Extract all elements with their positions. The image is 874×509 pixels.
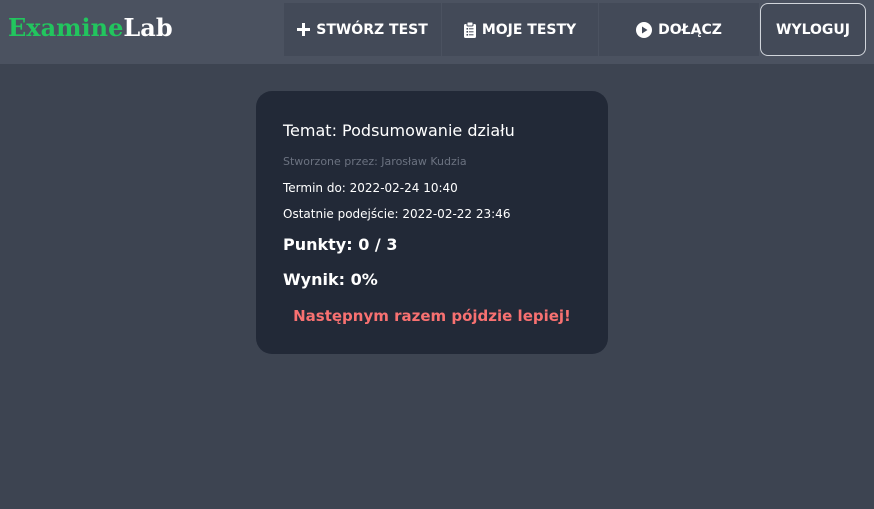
logout-label: WYLOGUJ: [776, 21, 850, 38]
test-deadline: Termin do: 2022-02-24 10:40: [283, 181, 458, 195]
clipboard-list-icon: [463, 21, 476, 38]
test-points: Punkty: 0 / 3: [283, 235, 398, 254]
last-attempt-date: Ostatnie podejście: 2022-02-22 23:46: [283, 207, 511, 221]
result-message: Następnym razem pójdzie lepiej!: [293, 307, 571, 325]
join-label: DOŁĄCZ: [658, 21, 722, 38]
app-logo[interactable]: ExamineLab: [8, 12, 173, 44]
join-button[interactable]: DOŁĄCZ: [599, 3, 759, 56]
create-test-button[interactable]: STWÓRZ TEST: [284, 3, 441, 56]
play-circle-icon: [636, 21, 653, 38]
test-topic: Temat: Podsumowanie działu: [283, 121, 515, 140]
test-author: Stworzone przez: Jarosław Kudzia: [283, 155, 467, 168]
my-tests-label: MOJE TESTY: [481, 21, 577, 38]
logo-part-lab: Lab: [123, 13, 173, 42]
create-test-label: STWÓRZ TEST: [316, 21, 428, 38]
logo-part-examine: Examine: [8, 13, 124, 42]
plus-icon: [297, 23, 311, 36]
test-result-card: Temat: Podsumowanie działu Stworzone prz…: [256, 91, 608, 354]
navbar: ExamineLab STWÓRZ TEST MOJE TESTY DOŁĄCZ…: [0, 0, 874, 64]
test-score: Wynik: 0%: [283, 270, 378, 289]
my-tests-button[interactable]: MOJE TESTY: [442, 3, 598, 56]
logout-button[interactable]: WYLOGUJ: [760, 3, 866, 56]
